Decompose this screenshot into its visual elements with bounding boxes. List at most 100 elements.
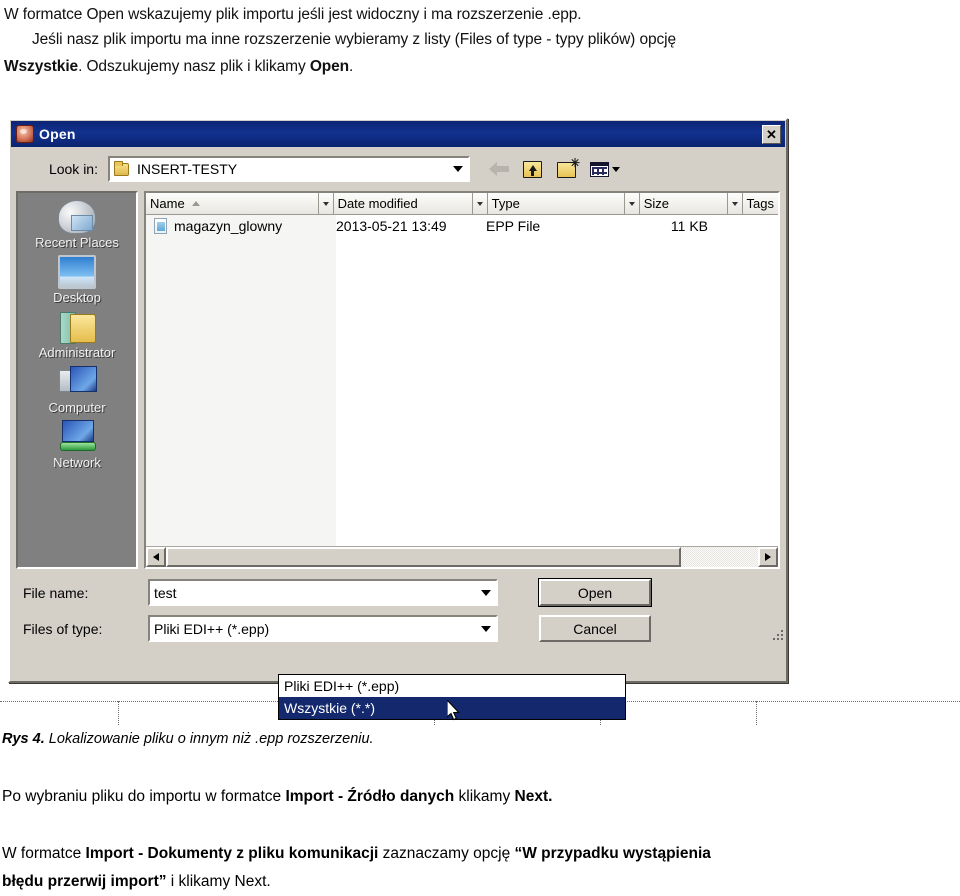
file-name-value: test (154, 584, 177, 601)
paragraph-3: Wszystkie. Odszukujemy nasz plik i klika… (4, 54, 353, 79)
files-of-type-label: Files of type: (23, 620, 103, 637)
place-label: Computer (48, 400, 106, 415)
up-one-level-button[interactable] (520, 158, 545, 181)
place-label: Desktop (53, 290, 101, 305)
look-in-row: Look in: INSERT-TESTY ✳ (16, 153, 780, 185)
dialog-footer: File name: test Open Files of type: Plik… (16, 578, 780, 642)
place-item-recent-places[interactable]: Recent Places (21, 199, 133, 251)
folder-icon (114, 160, 129, 176)
scroll-left-button[interactable] (146, 547, 166, 567)
column-header-tags[interactable]: Tags (742, 193, 778, 215)
place-label: Administrator (38, 345, 116, 360)
up-folder-icon (523, 160, 542, 178)
open-file-dialog: Open ✕ Look in: INSERT-TESTY ✳ Recent Pl… (8, 118, 788, 683)
network-icon (58, 420, 96, 454)
column-header-label: Name (150, 196, 185, 211)
figure-caption: Rys 4. Lokalizowanie pliku o innym niż .… (2, 729, 374, 749)
page-boundary-guide-tick-4 (756, 701, 757, 725)
paragraph-6-bold: błędu przerwij import” (2, 873, 167, 890)
file-type-cell: EPP File (486, 218, 541, 234)
place-item-computer[interactable]: Computer (21, 364, 133, 416)
dialog-body: Look in: INSERT-TESTY ✳ Recent Places De… (10, 153, 786, 642)
column-header-name[interactable]: Name (146, 193, 319, 215)
place-item-desktop[interactable]: Desktop (21, 254, 133, 306)
mouse-cursor-icon (447, 700, 460, 721)
page-boundary-guide-tick-1 (118, 701, 119, 725)
horizontal-scrollbar[interactable] (146, 546, 778, 567)
user-folder-icon (58, 310, 96, 344)
paragraph-4-bold: Import - Źródło danych (285, 788, 455, 805)
back-arrow-icon (488, 162, 509, 176)
chevron-down-icon (612, 166, 620, 172)
paragraph-4-c: klikamy (454, 788, 515, 805)
paragraph-4: Po wybraniu pliku do importu w formatce … (2, 784, 552, 809)
paragraph-3-bold-wszystkie: Wszystkie (4, 58, 79, 75)
dialog-title: Open (39, 126, 76, 142)
paragraph-4-a: Po wybraniu pliku do importu w formatce (2, 788, 286, 805)
paragraph-5: W formatce Import - Dokumenty z pliku ko… (2, 841, 711, 866)
paragraph-5-quote: “W przypadku wystąpienia (514, 845, 711, 862)
column-header-label: Size (643, 196, 670, 211)
paragraph-3-end: . (349, 58, 354, 75)
dialog-main-area: Recent Places Desktop Administrator Comp… (16, 191, 780, 569)
chevron-down-icon[interactable] (477, 619, 494, 639)
column-header-size[interactable]: Size (639, 193, 728, 215)
views-grid-icon (590, 161, 609, 177)
files-of-type-row: Files of type: Pliki EDI++ (*.epp) Cance… (16, 615, 780, 642)
close-icon[interactable]: ✕ (762, 124, 781, 144)
resize-grip[interactable] (769, 626, 783, 640)
files-of-type-value: Pliki EDI++ (*.epp) (154, 620, 270, 637)
column-filter-name[interactable] (318, 193, 334, 215)
paragraph-5-a: W formatce (2, 845, 86, 862)
file-name-row: File name: test Open (16, 578, 780, 607)
figure-caption-label: Rys 4. (2, 731, 45, 747)
place-label: Network (53, 455, 101, 470)
file-size-cell: 11 KB (670, 218, 708, 234)
new-folder-button[interactable]: ✳ (554, 157, 580, 181)
paragraph-5-c: zaznaczamy opcję (378, 845, 515, 862)
scrollbar-track[interactable] (166, 547, 758, 567)
back-button[interactable] (486, 158, 511, 181)
open-button[interactable]: Open (538, 578, 652, 607)
dropdown-option-epp[interactable]: Pliki EDI++ (*.epp) (279, 675, 625, 697)
new-folder-icon: ✳ (557, 157, 580, 178)
file-name-label: File name: (23, 584, 89, 601)
place-item-network[interactable]: Network (21, 419, 133, 471)
paragraph-1: W formatce Open wskazujemy plik importu … (4, 6, 582, 23)
file-list: Name Date modified Type Size Tags magazy… (144, 191, 780, 569)
place-item-administrator[interactable]: Administrator (21, 309, 133, 361)
cancel-button[interactable]: Cancel (539, 615, 651, 642)
sorted-column-tint (146, 215, 336, 546)
file-name-input[interactable]: test (148, 579, 498, 606)
file-name-text: magazyn_glowny (174, 218, 283, 234)
sort-ascending-icon (191, 201, 200, 206)
paragraph-4-next: Next. (514, 788, 553, 805)
column-filter-type[interactable] (624, 193, 640, 215)
column-header-date-modified[interactable]: Date modified (333, 193, 473, 215)
views-button[interactable] (588, 158, 622, 181)
files-of-type-combobox[interactable]: Pliki EDI++ (*.epp) (148, 615, 498, 642)
column-header-type[interactable]: Type (487, 193, 625, 215)
dialog-titlebar[interactable]: Open ✕ (11, 121, 785, 147)
column-filter-size[interactable] (727, 193, 743, 215)
recent-places-icon (58, 200, 96, 234)
column-header-label: Tags (746, 196, 775, 211)
computer-icon (58, 365, 97, 399)
scrollbar-thumb[interactable] (166, 547, 682, 567)
look-in-label: Look in: (48, 161, 98, 177)
paragraph-3-mid: . Odszukujemy nasz plik i klikamy (78, 58, 310, 75)
file-date-cell: 2013-05-21 13:49 (336, 218, 447, 234)
look-in-combobox[interactable]: INSERT-TESTY (108, 156, 470, 182)
desktop-icon (58, 255, 96, 289)
chevron-down-icon[interactable] (477, 583, 494, 603)
chevron-down-icon[interactable] (449, 159, 466, 179)
column-header-label: Date modified (337, 196, 418, 211)
look-in-value: INSERT-TESTY (137, 161, 238, 177)
file-name-cell: magazyn_glowny (146, 218, 336, 234)
paragraph-2: Jeśli nasz plik importu ma inne rozszerz… (32, 31, 677, 48)
file-list-header: Name Date modified Type Size Tags (146, 193, 778, 215)
scroll-right-button[interactable] (758, 547, 778, 567)
table-row[interactable]: magazyn_glowny 2013-05-21 13:49 EPP File… (146, 215, 778, 237)
paragraph-6: błędu przerwij import” i klikamy Next. (2, 869, 271, 894)
column-filter-date-modified[interactable] (472, 193, 488, 215)
